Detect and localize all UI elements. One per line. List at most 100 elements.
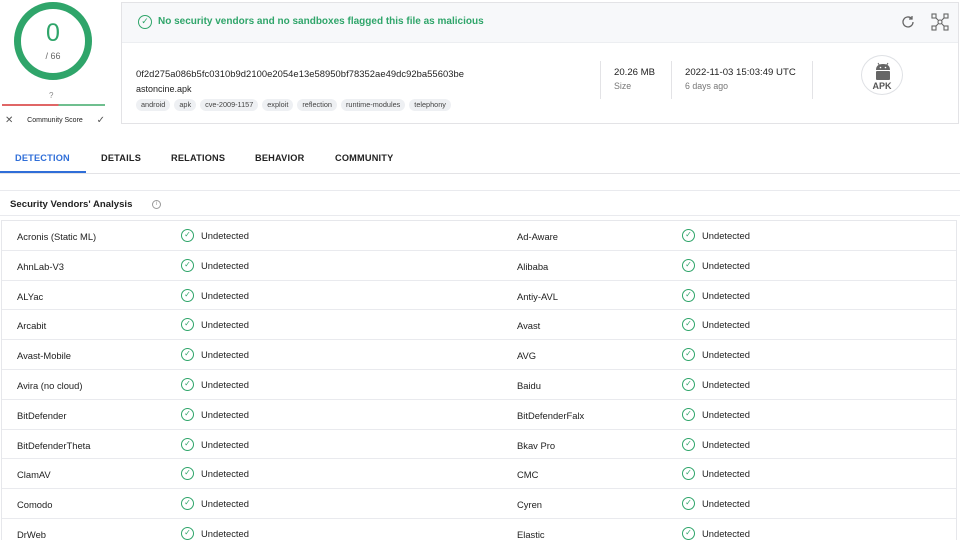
- check-circle-icon: ✓: [181, 348, 194, 362]
- vendor-result: ✓ Undetected: [181, 258, 249, 272]
- vendor-table: Acronis (Static ML) ✓ Undetected Ad-Aware ✓ U…: [1, 220, 957, 540]
- divider: [812, 61, 813, 99]
- table-row: BitDefenderTheta ✓ Undetected Bkav Pro ✓ Unde…: [2, 430, 956, 460]
- file-name: astoncine.apk: [136, 84, 192, 94]
- table-row: BitDefender ✓ Undetected BitDefenderFalx ✓ Un…: [2, 400, 956, 430]
- result-text: Undetected: [702, 289, 750, 301]
- vendor-result: ✓ Undetected: [181, 437, 249, 451]
- vendor-result: ✓ Undetected: [181, 526, 249, 540]
- vendor-result: ✓ Undetected: [181, 318, 249, 332]
- vendor-name: Elastic: [517, 528, 545, 540]
- tag[interactable]: apk: [174, 99, 197, 111]
- last-analysis-date: 2022-11-03 15:03:49 UTC: [685, 67, 796, 78]
- vendor-name: AVG: [517, 350, 537, 362]
- check-circle-icon: ✓: [682, 497, 695, 511]
- check-circle-icon: ✓: [682, 526, 695, 540]
- vendor-result: ✓ Undetected: [682, 318, 750, 332]
- file-summary-panel: ✓ No security vendors and no sandboxes f…: [121, 2, 959, 124]
- vendor-name: Bkav Pro: [517, 439, 556, 451]
- vendor-result: ✓ Undetected: [682, 348, 750, 362]
- score-ring: 0 / 66: [14, 2, 92, 80]
- table-row: DrWeb ✓ Undetected Elastic ✓ Undetected: [2, 519, 956, 540]
- result-text: Undetected: [201, 349, 249, 361]
- result-text: Undetected: [201, 378, 249, 390]
- vendor-name: BitDefender: [17, 409, 67, 421]
- vendor-result: ✓ Undetected: [682, 467, 750, 481]
- vendor-result: ✓ Undetected: [682, 229, 750, 242]
- vendor-result: ✓ Undetected: [682, 258, 750, 272]
- detection-score-widget: 0 / 66 ? ✕ Community Score ✓: [0, 0, 110, 130]
- check-circle-icon: ✓: [682, 258, 695, 272]
- community-score-label: Community Score: [27, 116, 83, 124]
- file-size-label: Size: [614, 81, 632, 91]
- vendor-name: Baidu: [517, 379, 541, 391]
- vendor-result: ✓ Undetected: [181, 467, 249, 481]
- tag-list: android apk cve-2009-1157 exploit reflec…: [136, 99, 451, 111]
- table-row: Avira (no cloud) ✓ Undetected Baidu ✓ Undetec…: [2, 370, 956, 400]
- total-engines: / 66: [45, 51, 61, 61]
- vendor-result: ✓ Undetected: [181, 407, 249, 421]
- result-text: Undetected: [702, 408, 750, 420]
- file-type-badge: APK: [861, 55, 903, 95]
- result-text: Undetected: [201, 498, 249, 510]
- tab-divider: [0, 173, 960, 174]
- android-icon: [876, 62, 890, 80]
- vendor-name: DrWeb: [17, 528, 46, 540]
- tag[interactable]: cve-2009-1157: [200, 99, 259, 111]
- table-row: ALYac ✓ Undetected Antiy-AVL ✓ Undetected: [2, 281, 956, 311]
- tag[interactable]: exploit: [262, 99, 294, 111]
- result-text: Undetected: [702, 378, 750, 390]
- vendor-result: ✓ Undetected: [682, 288, 750, 302]
- vendor-name: ClamAV: [17, 469, 51, 481]
- table-row: Comodo ✓ Undetected Cyren ✓ Undetected: [2, 489, 956, 519]
- tag[interactable]: runtime-modules: [340, 99, 406, 111]
- tab-relations[interactable]: RELATIONS: [171, 153, 225, 163]
- vendor-result: ✓ Undetected: [181, 497, 249, 511]
- result-text: Undetected: [702, 319, 750, 331]
- vendor-name: Alibaba: [517, 260, 549, 272]
- vendor-name: Avast-Mobile: [17, 350, 72, 362]
- check-circle-icon: ✓: [181, 407, 194, 421]
- reload-icon[interactable]: [900, 14, 916, 30]
- vendor-name: Ad-Aware: [517, 231, 558, 242]
- last-analysis-relative: 6 days ago: [685, 81, 729, 91]
- info-icon[interactable]: i: [152, 200, 161, 209]
- check-circle-icon: ✓: [682, 288, 695, 302]
- result-text: Undetected: [201, 527, 249, 539]
- vendor-name: Avira (no cloud): [17, 379, 83, 391]
- vendor-name: Arcabit: [17, 320, 47, 332]
- tab-detection[interactable]: DETECTION: [15, 153, 70, 163]
- check-circle-icon: ✓: [181, 288, 194, 302]
- table-row: Acronis (Static ML) ✓ Undetected Ad-Aware ✓ U…: [2, 221, 956, 251]
- tab-community[interactable]: COMMUNITY: [335, 153, 393, 163]
- result-text: Undetected: [201, 259, 249, 271]
- check-circle-icon: ✓: [181, 497, 194, 511]
- vendor-name: Antiy-AVL: [517, 290, 558, 302]
- check-circle-icon: ✓: [682, 318, 695, 332]
- tag[interactable]: reflection: [297, 99, 337, 111]
- graph-icon[interactable]: [931, 13, 949, 31]
- vendor-name: Comodo: [17, 499, 53, 511]
- vendor-name: Cyren: [517, 499, 543, 511]
- vendor-result: ✓ Undetected: [181, 377, 249, 391]
- vote-malicious-icon[interactable]: ✕: [5, 115, 13, 126]
- vendor-name: Acronis (Static ML): [17, 231, 97, 242]
- tag[interactable]: android: [136, 99, 171, 111]
- result-text: Undetected: [702, 349, 750, 361]
- result-text: Undetected: [702, 230, 750, 241]
- file-hash[interactable]: 0f2d275a086b5fc0310b9d2100e2054e13e58950…: [136, 68, 464, 79]
- result-text: Undetected: [201, 438, 249, 450]
- tab-details[interactable]: DETAILS: [101, 153, 141, 163]
- tag[interactable]: telephony: [409, 99, 451, 111]
- result-text: Undetected: [702, 468, 750, 480]
- file-type-label: APK: [872, 81, 892, 91]
- result-text: Undetected: [201, 289, 249, 301]
- check-circle-icon: ✓: [682, 348, 695, 362]
- check-circle-icon: ✓: [682, 467, 695, 481]
- vendor-result: ✓ Undetected: [682, 497, 750, 511]
- vote-harmless-icon[interactable]: ✓: [97, 115, 105, 126]
- result-text: Undetected: [201, 408, 249, 420]
- vendor-name: BitDefenderFalx: [517, 409, 585, 421]
- vendor-name: BitDefenderTheta: [17, 439, 91, 451]
- tab-behavior[interactable]: BEHAVIOR: [255, 153, 304, 163]
